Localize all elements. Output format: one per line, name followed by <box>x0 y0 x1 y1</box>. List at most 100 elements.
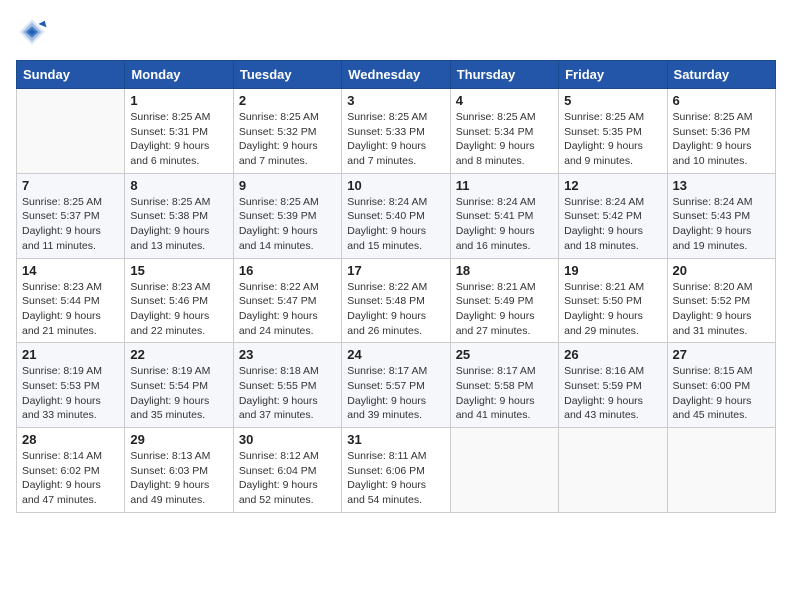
calendar-header-friday: Friday <box>559 61 667 89</box>
calendar-header-row: SundayMondayTuesdayWednesdayThursdayFrid… <box>17 61 776 89</box>
calendar-header-monday: Monday <box>125 61 233 89</box>
day-number: 27 <box>673 347 770 362</box>
calendar-cell: 18 Sunrise: 8:21 AMSunset: 5:49 PMDayligh… <box>450 258 558 343</box>
day-info: Sunrise: 8:22 AMSunset: 5:48 PMDaylight:… <box>347 280 444 339</box>
day-number: 30 <box>239 432 336 447</box>
calendar-cell: 30 Sunrise: 8:12 AMSunset: 6:04 PMDayligh… <box>233 428 341 513</box>
calendar-cell: 2Sunrise: 8:25 AMSunset: 5:32 PMDaylight… <box>233 89 341 174</box>
day-info: Sunrise: 8:20 AMSunset: 5:52 PMDaylight:… <box>673 280 770 339</box>
day-number: 11 <box>456 178 553 193</box>
day-number: 4 <box>456 93 553 108</box>
day-info: Sunrise: 8:22 AMSunset: 5:47 PMDaylight:… <box>239 280 336 339</box>
calendar-cell: 7 Sunrise: 8:25 AMSunset: 5:37 PMDaylight… <box>17 173 125 258</box>
day-number: 31 <box>347 432 444 447</box>
day-info: Sunrise: 8:13 AMSunset: 6:03 PMDaylight:… <box>130 449 227 508</box>
day-info: Sunrise: 8:25 AMSunset: 5:38 PMDaylight:… <box>130 195 227 254</box>
day-number: 29 <box>130 432 227 447</box>
calendar-cell: 14 Sunrise: 8:23 AMSunset: 5:44 PMDayligh… <box>17 258 125 343</box>
day-info: Sunrise: 8:25 AMSunset: 5:33 PMDaylight:… <box>347 110 444 169</box>
page-header <box>16 16 776 48</box>
calendar-cell: 11Sunrise: 8:24 AMSunset: 5:41 PMDayligh… <box>450 173 558 258</box>
calendar-cell: 16 Sunrise: 8:22 AMSunset: 5:47 PMDayligh… <box>233 258 341 343</box>
day-info: Sunrise: 8:12 AMSunset: 6:04 PMDaylight:… <box>239 449 336 508</box>
calendar-cell <box>450 428 558 513</box>
day-info: Sunrise: 8:24 AMSunset: 5:40 PMDaylight:… <box>347 195 444 254</box>
calendar-header-tuesday: Tuesday <box>233 61 341 89</box>
day-number: 14 <box>22 263 119 278</box>
day-info: Sunrise: 8:19 AMSunset: 5:53 PMDaylight:… <box>22 364 119 423</box>
calendar-table: SundayMondayTuesdayWednesdayThursdayFrid… <box>16 60 776 513</box>
calendar-week-5: 28Sunrise: 8:14 AMSunset: 6:02 PMDayligh… <box>17 428 776 513</box>
day-info: Sunrise: 8:25 AMSunset: 5:34 PMDaylight:… <box>456 110 553 169</box>
day-number: 23 <box>239 347 336 362</box>
calendar-cell: 17 Sunrise: 8:22 AMSunset: 5:48 PMDayligh… <box>342 258 450 343</box>
calendar-cell: 13Sunrise: 8:24 AMSunset: 5:43 PMDayligh… <box>667 173 775 258</box>
calendar-cell: 15 Sunrise: 8:23 AMSunset: 5:46 PMDayligh… <box>125 258 233 343</box>
day-info: Sunrise: 8:23 AMSunset: 5:44 PMDaylight:… <box>22 280 119 339</box>
day-info: Sunrise: 8:25 AMSunset: 5:37 PMDaylight:… <box>22 195 119 254</box>
calendar-cell: 20 Sunrise: 8:20 AMSunset: 5:52 PMDayligh… <box>667 258 775 343</box>
calendar-week-2: 7 Sunrise: 8:25 AMSunset: 5:37 PMDaylight… <box>17 173 776 258</box>
day-info: Sunrise: 8:11 AMSunset: 6:06 PMDaylight:… <box>347 449 444 508</box>
day-number: 17 <box>347 263 444 278</box>
calendar-week-4: 21 Sunrise: 8:19 AMSunset: 5:53 PMDayligh… <box>17 343 776 428</box>
calendar-header-wednesday: Wednesday <box>342 61 450 89</box>
day-number: 15 <box>130 263 227 278</box>
day-number: 1 <box>130 93 227 108</box>
day-info: Sunrise: 8:24 AMSunset: 5:43 PMDaylight:… <box>673 195 770 254</box>
calendar-cell <box>17 89 125 174</box>
calendar-week-3: 14 Sunrise: 8:23 AMSunset: 5:44 PMDayligh… <box>17 258 776 343</box>
day-number: 6 <box>673 93 770 108</box>
day-info: Sunrise: 8:25 AMSunset: 5:31 PMDaylight:… <box>130 110 227 169</box>
day-info: Sunrise: 8:15 AMSunset: 6:00 PMDaylight:… <box>673 364 770 423</box>
day-number: 25 <box>456 347 553 362</box>
calendar-cell: 8Sunrise: 8:25 AMSunset: 5:38 PMDaylight… <box>125 173 233 258</box>
day-number: 7 <box>22 178 119 193</box>
calendar-cell: 10Sunrise: 8:24 AMSunset: 5:40 PMDayligh… <box>342 173 450 258</box>
calendar-week-1: 1 Sunrise: 8:25 AMSunset: 5:31 PMDaylight… <box>17 89 776 174</box>
day-info: Sunrise: 8:25 AMSunset: 5:35 PMDaylight:… <box>564 110 661 169</box>
day-number: 21 <box>22 347 119 362</box>
calendar-cell: 22 Sunrise: 8:19 AMSunset: 5:54 PMDayligh… <box>125 343 233 428</box>
day-info: Sunrise: 8:21 AMSunset: 5:50 PMDaylight:… <box>564 280 661 339</box>
calendar-cell: 31 Sunrise: 8:11 AMSunset: 6:06 PMDayligh… <box>342 428 450 513</box>
day-info: Sunrise: 8:21 AMSunset: 5:49 PMDaylight:… <box>456 280 553 339</box>
calendar-cell: 9 Sunrise: 8:25 AMSunset: 5:39 PMDaylight… <box>233 173 341 258</box>
calendar-cell: 24 Sunrise: 8:17 AMSunset: 5:57 PMDayligh… <box>342 343 450 428</box>
day-number: 5 <box>564 93 661 108</box>
day-info: Sunrise: 8:25 AMSunset: 5:39 PMDaylight:… <box>239 195 336 254</box>
calendar-header-sunday: Sunday <box>17 61 125 89</box>
calendar-cell: 27 Sunrise: 8:15 AMSunset: 6:00 PMDayligh… <box>667 343 775 428</box>
day-info: Sunrise: 8:16 AMSunset: 5:59 PMDaylight:… <box>564 364 661 423</box>
calendar-cell: 29 Sunrise: 8:13 AMSunset: 6:03 PMDayligh… <box>125 428 233 513</box>
calendar-cell: 25Sunrise: 8:17 AMSunset: 5:58 PMDayligh… <box>450 343 558 428</box>
calendar-cell: 6Sunrise: 8:25 AMSunset: 5:36 PMDaylight… <box>667 89 775 174</box>
day-info: Sunrise: 8:19 AMSunset: 5:54 PMDaylight:… <box>130 364 227 423</box>
calendar-cell: 26 Sunrise: 8:16 AMSunset: 5:59 PMDayligh… <box>559 343 667 428</box>
day-number: 22 <box>130 347 227 362</box>
day-info: Sunrise: 8:18 AMSunset: 5:55 PMDaylight:… <box>239 364 336 423</box>
logo-icon <box>16 16 48 48</box>
calendar-header-thursday: Thursday <box>450 61 558 89</box>
calendar-cell: 23 Sunrise: 8:18 AMSunset: 5:55 PMDayligh… <box>233 343 341 428</box>
day-info: Sunrise: 8:14 AMSunset: 6:02 PMDaylight:… <box>22 449 119 508</box>
calendar-cell: 28Sunrise: 8:14 AMSunset: 6:02 PMDayligh… <box>17 428 125 513</box>
day-info: Sunrise: 8:23 AMSunset: 5:46 PMDaylight:… <box>130 280 227 339</box>
calendar-cell: 12Sunrise: 8:24 AMSunset: 5:42 PMDayligh… <box>559 173 667 258</box>
calendar-cell: 1 Sunrise: 8:25 AMSunset: 5:31 PMDaylight… <box>125 89 233 174</box>
day-number: 3 <box>347 93 444 108</box>
calendar-cell: 19 Sunrise: 8:21 AMSunset: 5:50 PMDayligh… <box>559 258 667 343</box>
day-number: 16 <box>239 263 336 278</box>
day-number: 26 <box>564 347 661 362</box>
day-number: 19 <box>564 263 661 278</box>
day-number: 2 <box>239 93 336 108</box>
day-number: 24 <box>347 347 444 362</box>
day-number: 20 <box>673 263 770 278</box>
calendar-cell: 5 Sunrise: 8:25 AMSunset: 5:35 PMDaylight… <box>559 89 667 174</box>
calendar-header-saturday: Saturday <box>667 61 775 89</box>
calendar-cell: 4 Sunrise: 8:25 AMSunset: 5:34 PMDaylight… <box>450 89 558 174</box>
day-number: 18 <box>456 263 553 278</box>
day-number: 9 <box>239 178 336 193</box>
day-info: Sunrise: 8:17 AMSunset: 5:57 PMDaylight:… <box>347 364 444 423</box>
day-info: Sunrise: 8:24 AMSunset: 5:42 PMDaylight:… <box>564 195 661 254</box>
